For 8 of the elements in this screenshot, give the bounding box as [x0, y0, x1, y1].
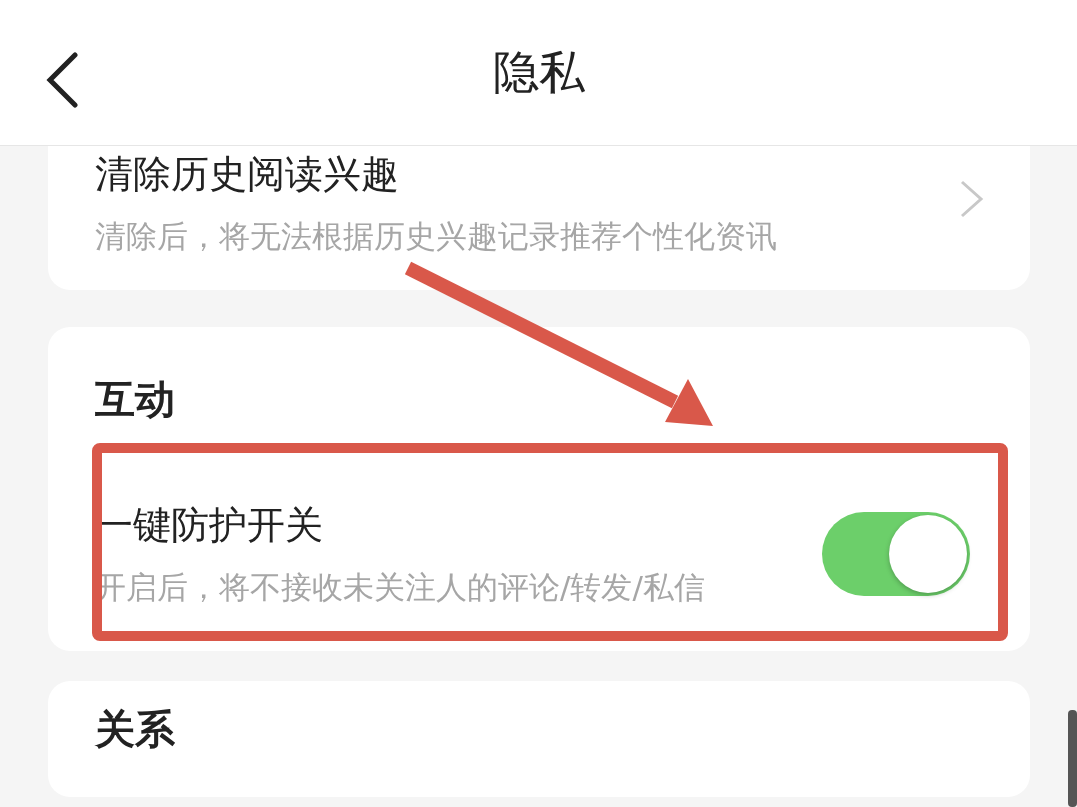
page-title: 隐私 — [492, 43, 585, 101]
setting-title: 清除历史阅读兴趣 — [95, 151, 400, 198]
setting-description: 清除后，将无法根据历史兴趣记录推荐个性化资讯 — [95, 217, 777, 256]
section-heading: 互动 — [95, 375, 176, 424]
scrollbar-thumb[interactable] — [1068, 710, 1077, 807]
chevron-right-icon[interactable] — [959, 179, 985, 219]
section-heading: 关系 — [95, 705, 176, 754]
back-icon[interactable] — [46, 52, 78, 108]
